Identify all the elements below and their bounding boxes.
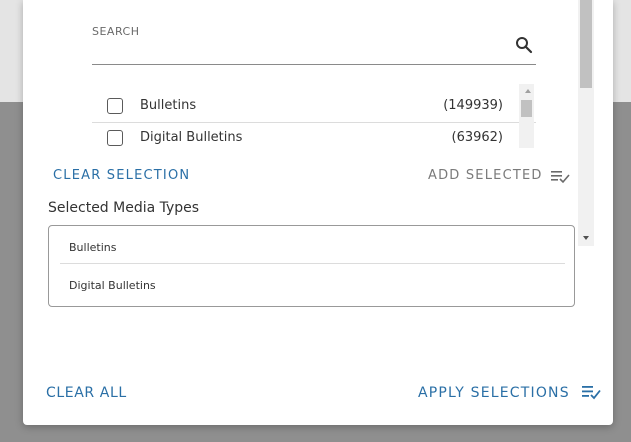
clear-selection-button[interactable]: CLEAR SELECTION: [53, 168, 190, 183]
search-icon[interactable]: [515, 36, 533, 54]
dialog-scrollbar-thumb[interactable]: [580, 0, 592, 88]
scroll-down-arrow-icon[interactable]: [583, 236, 589, 240]
apply-selections-button[interactable]: APPLY SELECTIONS: [418, 385, 570, 401]
selected-media-types-heading: Selected Media Types: [48, 200, 200, 216]
selected-media-types-box: Bulletins Digital Bulletins: [48, 225, 575, 307]
playlist-check-icon[interactable]: [551, 169, 570, 184]
search-label: SEARCH: [92, 25, 140, 38]
search-input[interactable]: [92, 64, 536, 65]
selected-item: Bulletins: [69, 241, 117, 254]
list-item[interactable]: Bulletins (149939): [92, 90, 536, 123]
item-label: Digital Bulletins: [140, 130, 243, 145]
list-scrollbar-thumb[interactable]: [521, 100, 532, 117]
divider: [60, 263, 565, 264]
clear-all-button[interactable]: CLEAR ALL: [46, 385, 127, 401]
item-count: (63962): [451, 130, 504, 145]
item-count: (149939): [443, 98, 503, 113]
media-type-dialog: SEARCH Bulletins (149939) Digital Bullet…: [23, 0, 613, 425]
list-item[interactable]: Digital Bulletins (63962): [92, 122, 536, 148]
scroll-up-arrow-icon[interactable]: [525, 89, 531, 93]
selected-item: Digital Bulletins: [69, 279, 156, 292]
checkbox[interactable]: [107, 130, 123, 146]
media-type-list: Bulletins (149939) Digital Bulletins (63…: [92, 88, 536, 148]
checkbox[interactable]: [107, 98, 123, 114]
add-selected-button[interactable]: ADD SELECTED: [428, 168, 543, 183]
playlist-check-icon[interactable]: [582, 385, 601, 400]
item-label: Bulletins: [140, 98, 197, 113]
